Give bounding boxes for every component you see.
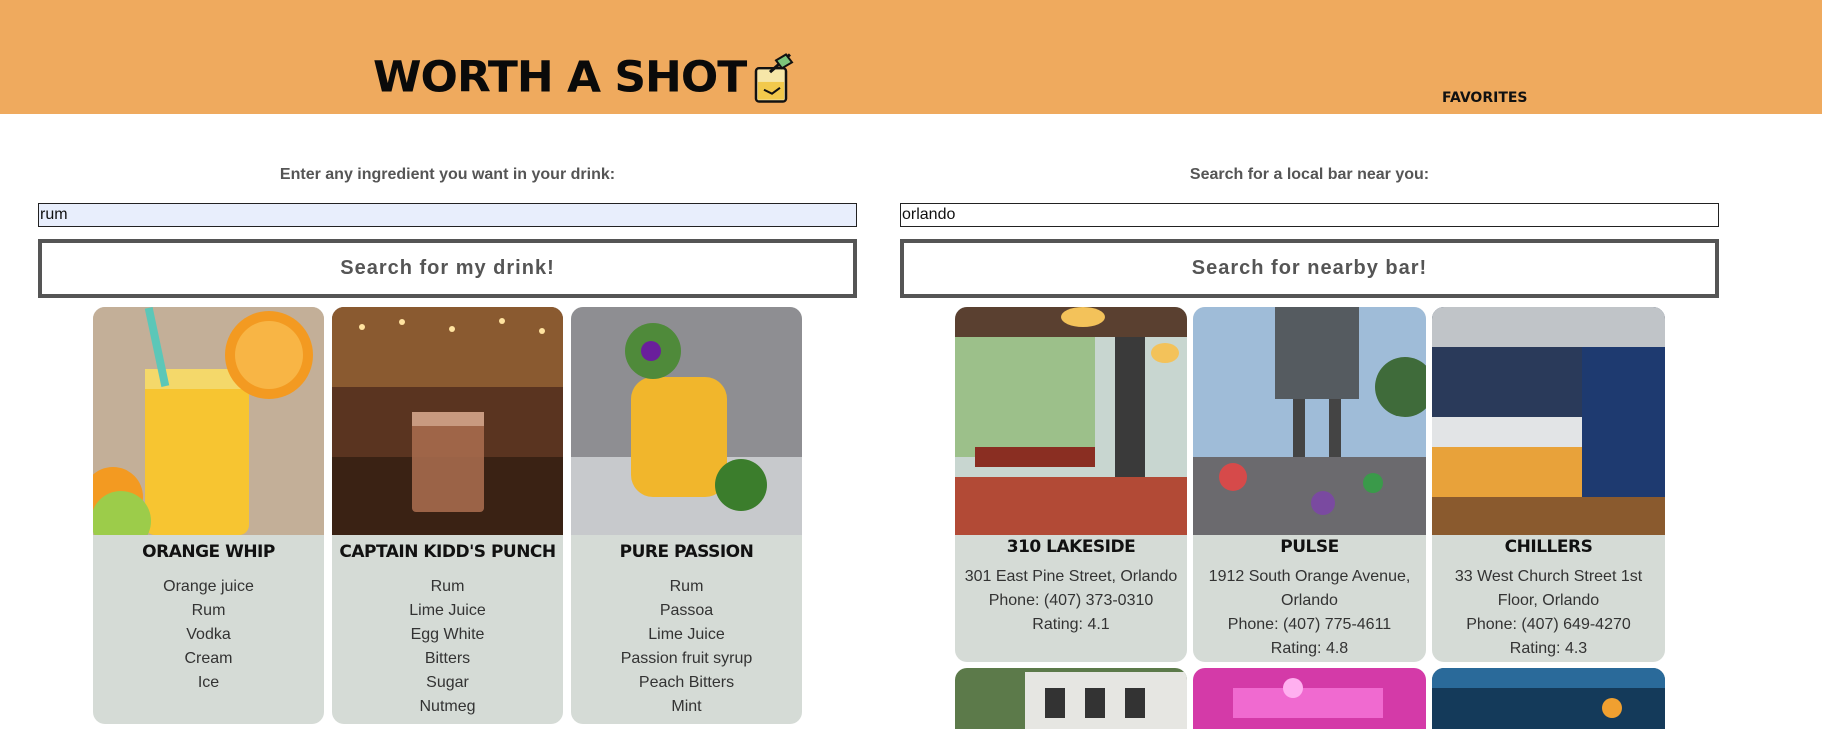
ingredient-item: Rum	[669, 578, 704, 595]
bar-phone: Phone: (407) 775-4611	[1227, 616, 1392, 633]
favorites-link[interactable]: FAVORITES	[1442, 90, 1528, 106]
bar-photo	[955, 307, 1187, 535]
ingredient-item: Passion fruit syrup	[620, 650, 753, 667]
site-header: WORTH A SHOT FAVORITES	[0, 0, 1822, 114]
bar-name: 310 Lakeside	[1006, 537, 1136, 557]
drink-name: Pure Passion	[619, 542, 754, 562]
ingredient-list: Rum Passoa Lime Juice Passion fruit syru…	[571, 575, 802, 719]
drink-search-label: Enter any ingredient you want in your dr…	[279, 166, 616, 183]
ingredient-item: Mint	[671, 698, 702, 715]
ingredient-item: Bitters	[424, 650, 471, 667]
bar-address: 1912 South Orange Avenue, Orlando	[1208, 568, 1411, 609]
bar-rating: Rating: 4.1	[1032, 616, 1110, 633]
bar-search-input[interactable]: orlando	[900, 203, 1719, 227]
bar-address: 33 West Church Street 1st Floor, Orlando	[1454, 568, 1643, 609]
site-logo[interactable]: WORTH A SHOT	[373, 49, 796, 108]
ingredient-item: Rum	[430, 578, 465, 595]
drink-photo	[93, 307, 324, 535]
bar-details: 33 West Church Street 1st Floor, Orlando…	[1432, 565, 1665, 661]
bar-search-label: Search for a local bar near you:	[1189, 166, 1430, 183]
bar-card[interactable]: Chillers 33 West Church Street 1st Floor…	[1432, 307, 1665, 662]
ingredient-list: Orange juice Rum Vodka Cream Ice	[93, 575, 324, 695]
bar-card[interactable]: 310 Lakeside 301 East Pine Street, Orlan…	[955, 307, 1187, 662]
bar-card[interactable]: Pulse 1912 South Orange Avenue, Orlando …	[1193, 307, 1426, 662]
ingredient-item: Lime Juice	[409, 602, 486, 619]
bar-phone: Phone: (407) 373-0310	[988, 592, 1154, 609]
bar-card-partial[interactable]	[1432, 668, 1665, 729]
drink-name: Captain Kidd's Punch	[339, 542, 556, 562]
drink-card[interactable]: Pure Passion Rum Passoa Lime Juice Passi…	[571, 307, 802, 724]
bar-rating: Rating: 4.8	[1270, 640, 1349, 657]
search-drink-button[interactable]: Search for my drink!	[38, 239, 857, 298]
ingredient-item: Lime Juice	[648, 626, 725, 643]
ingredient-item: Ice	[197, 674, 220, 691]
bar-rating: Rating: 4.3	[1509, 640, 1588, 657]
cocktail-glass-icon	[755, 53, 794, 103]
drink-photo	[571, 307, 802, 535]
bar-photo	[1432, 307, 1665, 535]
bar-address: 301 East Pine Street, Orlando	[964, 568, 1178, 585]
ingredient-item: Sugar	[426, 674, 469, 691]
ingredient-item: Vodka	[186, 626, 231, 643]
drink-photo	[332, 307, 563, 535]
bar-photo	[1432, 668, 1665, 729]
ingredient-item: Orange juice	[163, 578, 254, 595]
logo-text: WORTH A SHOT	[373, 52, 747, 103]
ingredient-item: Nutmeg	[419, 698, 476, 715]
ingredient-item: Passoa	[659, 602, 714, 619]
bar-name: Pulse	[1280, 537, 1339, 557]
drink-card[interactable]: Orange Whip Orange juice Rum Vodka Cream…	[93, 307, 324, 724]
search-bar-button[interactable]: Search for nearby bar!	[900, 239, 1719, 298]
drink-card[interactable]: Captain Kidd's Punch Rum Lime Juice Egg …	[332, 307, 563, 724]
ingredient-item: Peach Bitters	[638, 674, 735, 691]
ingredient-item: Egg White	[410, 626, 485, 643]
drink-name: Orange Whip	[142, 542, 275, 562]
bar-name: Chillers	[1504, 537, 1593, 557]
bar-photo	[1193, 307, 1426, 535]
bar-photo	[955, 668, 1187, 729]
bar-phone: Phone: (407) 649-4270	[1466, 616, 1631, 633]
bar-photo	[1193, 668, 1426, 729]
bar-card-partial[interactable]	[1193, 668, 1426, 729]
ingredient-item: Rum	[191, 602, 226, 619]
ingredient-list: Rum Lime Juice Egg White Bitters Sugar N…	[332, 575, 563, 719]
ingredient-search-input[interactable]: rum	[38, 203, 857, 227]
bar-details: 301 East Pine Street, Orlando Phone: (40…	[955, 565, 1187, 637]
bar-card-partial[interactable]	[955, 668, 1187, 729]
bar-details: 1912 South Orange Avenue, Orlando Phone:…	[1193, 565, 1426, 661]
ingredient-item: Cream	[184, 650, 233, 667]
